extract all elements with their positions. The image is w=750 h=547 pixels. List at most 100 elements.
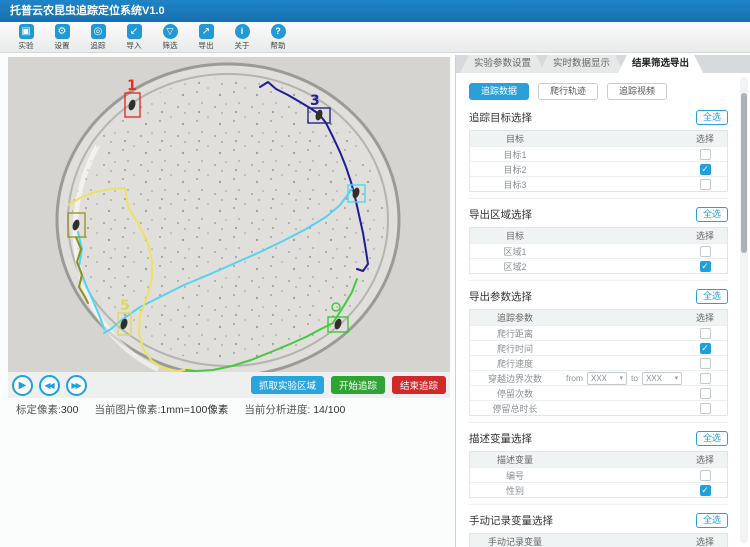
tab-result-export[interactable]: 结果筛选导出: [618, 55, 703, 73]
select-column-header: 选择: [683, 311, 727, 324]
table-row: 穿越边界次数fromXXX▾toXXX▾: [470, 370, 727, 385]
grab-area-button[interactable]: 抓取实验区域: [251, 376, 324, 394]
row-label: 爬行时间: [470, 342, 560, 355]
row-label: 目标2: [470, 163, 560, 176]
section-target-select: 追踪目标选择全选目标选择目标1目标2✓目标3: [469, 110, 728, 192]
table-row: 停留次数: [470, 385, 727, 400]
row-label: 区域2: [470, 260, 560, 273]
export-sections: 追踪目标选择全选目标选择目标1目标2✓目标3导出区域选择全选目标选择区域1区域2…: [469, 110, 728, 547]
panel-scrollbar[interactable]: [740, 77, 748, 543]
row-checkbox[interactable]: [700, 403, 711, 414]
select-all-button[interactable]: 全选: [696, 513, 728, 528]
column-header: 手动记录变量: [470, 535, 560, 547]
toolbar-item-import[interactable]: ↙导入: [116, 24, 152, 51]
status-label: 标定像素:: [16, 404, 61, 416]
row-label: 穿越边界次数: [470, 372, 560, 385]
section-param-select: 导出参数选择全选追踪参数 选择爬行距离爬行时间 ✓爬行速度穿越边界次数fromXXX…: [469, 280, 728, 416]
toolbar-item-experiment[interactable]: ▣实验: [8, 24, 44, 51]
stop-tracking-button[interactable]: 结束追踪: [392, 376, 446, 394]
toolbar-item-settings[interactable]: ⚙设置: [44, 24, 80, 51]
selection-table: 目标选择区域1区域2✓: [469, 227, 728, 274]
rewind-button[interactable]: ◀◀: [39, 375, 60, 396]
view-button-crawl-track[interactable]: 爬行轨迹: [538, 83, 598, 100]
toolbar-item-about[interactable]: i关于: [224, 24, 260, 51]
table-header-row: 描述变量选择: [470, 452, 727, 467]
toolbar-item-label: 设置: [54, 40, 69, 50]
section-header: 导出参数选择全选: [469, 289, 728, 304]
target-number-label: 1: [127, 78, 137, 94]
toolbar-item-label: 关于: [234, 40, 249, 50]
toolbar-item-help[interactable]: ?帮助: [260, 24, 296, 51]
to-select-value: XXX: [646, 374, 662, 383]
row-checkbox[interactable]: ✓: [700, 261, 711, 272]
playback-controls-bar: ▶ ◀◀ ▶▶ 抓取实验区域开始追踪结束追踪: [8, 372, 450, 398]
info-icon: i: [235, 24, 250, 39]
view-switch-buttons: 追踪数据爬行轨迹追踪视频: [469, 83, 728, 100]
status-value: 14/100: [310, 404, 345, 416]
section-title: 导出区域选择: [469, 207, 532, 222]
status-value: 1mm=100像素: [160, 404, 228, 416]
action-buttons: 抓取实验区域开始追踪结束追踪: [244, 376, 446, 394]
row-label: 性别: [470, 484, 560, 497]
toolbar-item-export[interactable]: ↗导出: [188, 24, 224, 51]
column-header: 描述变量: [470, 453, 560, 466]
tab-experiment-params[interactable]: 实验参数设置: [460, 55, 545, 73]
panel-body: 追踪数据爬行轨迹追踪视频 追踪目标选择全选目标选择目标1目标2✓目标3导出区域选…: [456, 73, 750, 547]
toolbar-item-label: 实验: [18, 40, 33, 50]
row-checkbox[interactable]: ✓: [700, 485, 711, 496]
column-header: 追踪参数: [470, 311, 560, 324]
section-descriptor-select: 描述变量选择全选描述变量选择编号性别 ✓: [469, 422, 728, 498]
from-select[interactable]: XXX▾: [587, 372, 627, 385]
filter-icon: ▽: [163, 24, 178, 39]
toolbar-item-filter[interactable]: ▽筛选: [152, 24, 188, 51]
table-row: 停留总时长: [470, 400, 727, 415]
status-item: 标定像素:300: [16, 402, 78, 417]
select-all-button[interactable]: 全选: [696, 431, 728, 446]
table-header-row: 手动记录变量 选择: [470, 534, 727, 547]
row-checkbox[interactable]: [700, 470, 711, 481]
table-row: 爬行距离: [470, 325, 727, 340]
scrollbar-thumb[interactable]: [741, 93, 747, 253]
row-checkbox[interactable]: [700, 328, 711, 339]
status-item: 当前图片像素:1mm=100像素: [94, 402, 228, 417]
status-label: 当前图片像素:: [94, 404, 160, 416]
row-checkbox[interactable]: [700, 358, 711, 369]
view-button-tracking-video[interactable]: 追踪视频: [607, 83, 667, 100]
row-checkbox[interactable]: [700, 373, 711, 384]
tab-realtime-data[interactable]: 实时数据显示: [539, 55, 624, 73]
view-button-tracking-data[interactable]: 追踪数据: [469, 83, 529, 100]
tracking-image-canvas[interactable]: 135: [8, 57, 450, 372]
selection-table: 描述变量选择编号性别 ✓: [469, 451, 728, 498]
toolbar-item-tracking[interactable]: ◎追踪: [80, 24, 116, 51]
section-manual-select: 手动记录变量选择全选手动记录变量选择蚂蚁产卵XXX✓: [469, 504, 728, 547]
select-all-button[interactable]: 全选: [696, 289, 728, 304]
row-label: 停留次数: [470, 387, 560, 400]
section-header: 导出区域选择 全选: [469, 207, 728, 222]
fast-forward-button[interactable]: ▶▶: [66, 375, 87, 396]
select-column-header: 选择: [683, 535, 727, 547]
section-header: 描述变量选择全选: [469, 431, 728, 446]
row-checkbox[interactable]: [700, 179, 711, 190]
row-label: 区域1: [470, 245, 560, 258]
to-select[interactable]: XXX▾: [642, 372, 682, 385]
play-button[interactable]: ▶: [12, 375, 33, 396]
start-tracking-button[interactable]: 开始追踪: [331, 376, 385, 394]
row-label: 爬行距离: [470, 327, 560, 340]
toolbar: ▣实验⚙设置◎追踪↙导入▽筛选↗导出i关于?帮助: [0, 22, 750, 53]
experiment-icon: ▣: [19, 24, 34, 39]
section-title: 追踪目标选择: [469, 110, 532, 125]
dish-speckle-texture: [72, 78, 384, 362]
camera-icon: ◎: [91, 24, 106, 39]
row-checkbox[interactable]: [700, 246, 711, 257]
table-row: 编号: [470, 467, 727, 482]
select-all-button[interactable]: 全选: [696, 110, 728, 125]
table-header-row: 追踪参数 选择: [470, 310, 727, 325]
row-checkbox[interactable]: [700, 388, 711, 399]
table-row: 爬行速度: [470, 355, 727, 370]
row-checkbox[interactable]: ✓: [700, 164, 711, 175]
section-header: 追踪目标选择 全选: [469, 110, 728, 125]
selection-table: 追踪参数 选择爬行距离爬行时间 ✓爬行速度穿越边界次数fromXXX▾toXXX▾ 停…: [469, 309, 728, 416]
row-checkbox[interactable]: ✓: [700, 343, 711, 354]
select-all-button[interactable]: 全选: [696, 207, 728, 222]
row-checkbox[interactable]: [700, 149, 711, 160]
